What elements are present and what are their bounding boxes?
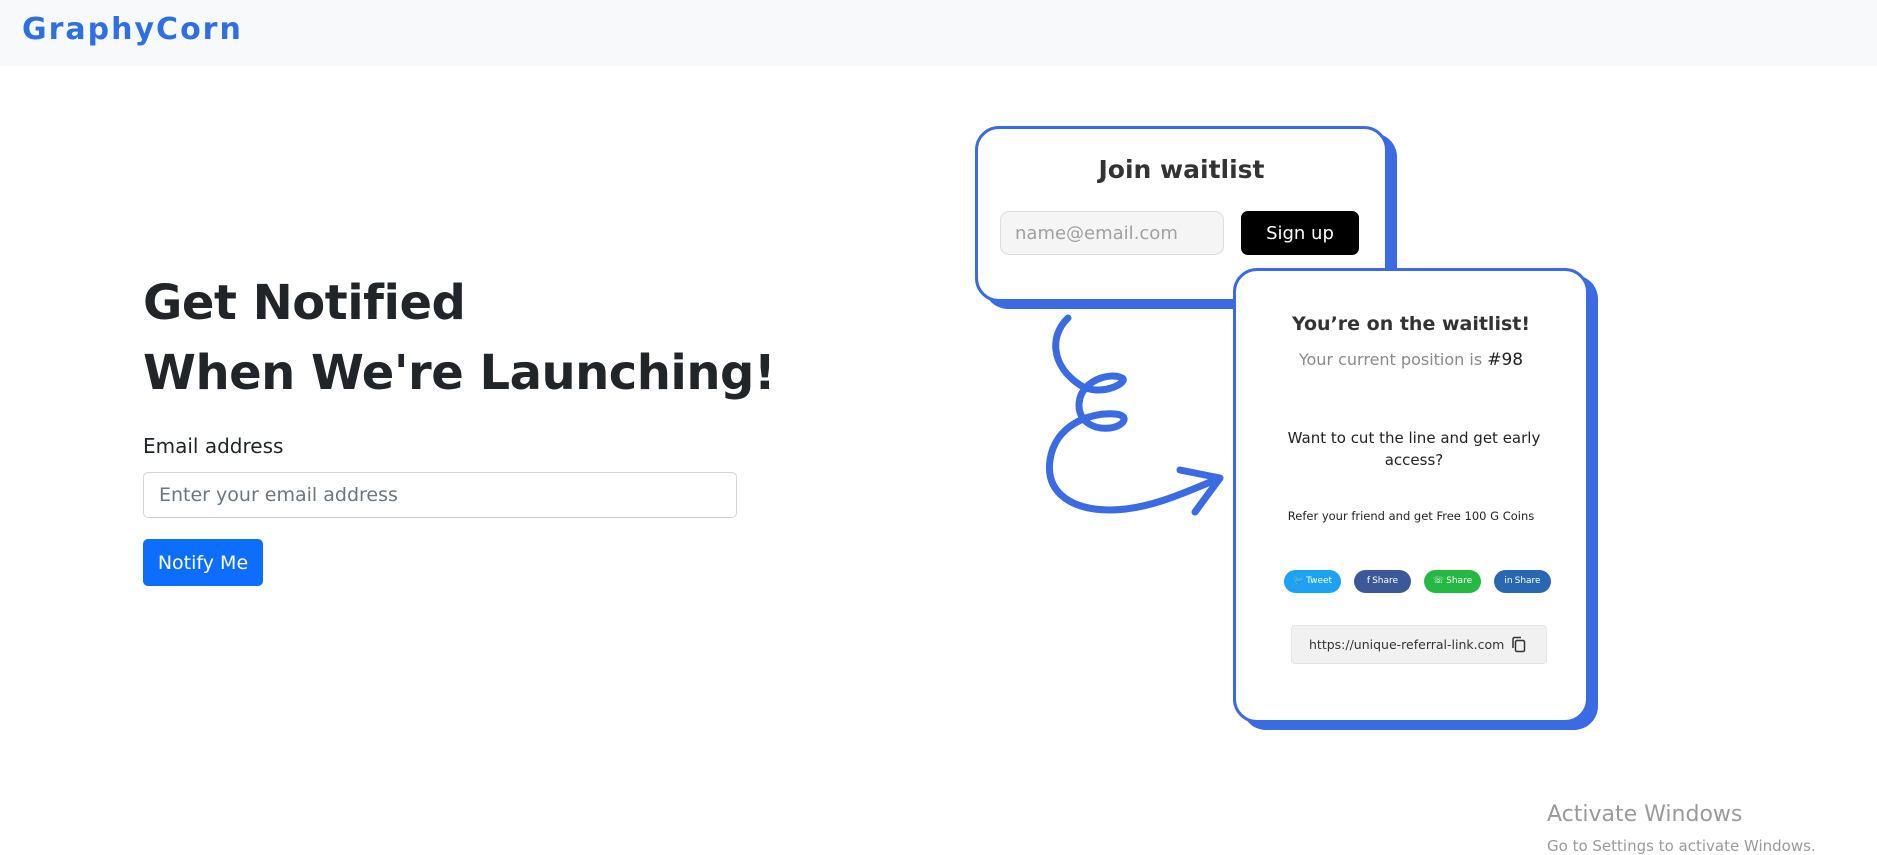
whatsapp-icon: ☏ [1432,576,1445,586]
facebook-share-label: Share [1372,576,1399,586]
tweet-label: Tweet [1306,576,1333,586]
join-waitlist-title: Join waitlist [1098,155,1265,184]
hero-title-line-1: Get Notified [143,275,466,331]
notify-me-button[interactable]: Notify Me [143,539,263,586]
linkedin-icon: in [1504,576,1513,586]
twitter-icon: 🐦 [1292,576,1305,586]
email-label: Email address [143,434,284,458]
waitlist-status-card: You’re on the waitlist! Your current pos… [1233,268,1589,723]
hero-title: Get Notified When We're Launching! [143,268,776,408]
referral-link-box: https://unique-referral-link.com [1291,625,1547,664]
cut-line-text: Want to cut the line and get early acces… [1287,429,1541,469]
refer-text: Refer your friend and get Free 100 G Coi… [1287,509,1535,523]
facebook-icon: f [1366,576,1371,586]
email-input[interactable] [143,472,737,518]
linkedin-share-button: in Share [1494,570,1551,593]
activate-windows-subtitle: Go to Settings to activate Windows. [1547,837,1816,855]
position-label: Your current position is [1298,350,1483,369]
windows-activation-watermark: Activate Windows Go to Settings to activ… [1547,802,1816,855]
waitlist-title: You’re on the waitlist! [1291,313,1531,335]
activate-windows-title: Activate Windows [1547,802,1743,827]
navbar: GraphyCorn [0,0,1877,66]
tweet-button: 🐦 Tweet [1284,570,1341,593]
whatsapp-share-label: Share [1446,576,1473,586]
referral-link: https://unique-referral-link.com [1309,637,1505,652]
facebook-share-button: f Share [1354,570,1411,593]
position-value: #98 [1487,350,1524,370]
join-email-input [1000,211,1224,255]
share-buttons: 🐦 Tweet f Share ☏ Share in Share [1284,570,1554,594]
copy-icon [1512,636,1526,653]
hero-title-line-2: When We're Launching! [143,345,776,401]
squiggle-arrow-icon [1045,314,1224,516]
linkedin-share-label: Share [1514,576,1541,586]
waitlist-position: Your current position is #98 [1236,350,1586,370]
sign-up-button: Sign up [1241,211,1359,255]
brand-logo[interactable]: GraphyCorn [22,12,243,47]
whatsapp-share-button: ☏ Share [1424,570,1481,593]
